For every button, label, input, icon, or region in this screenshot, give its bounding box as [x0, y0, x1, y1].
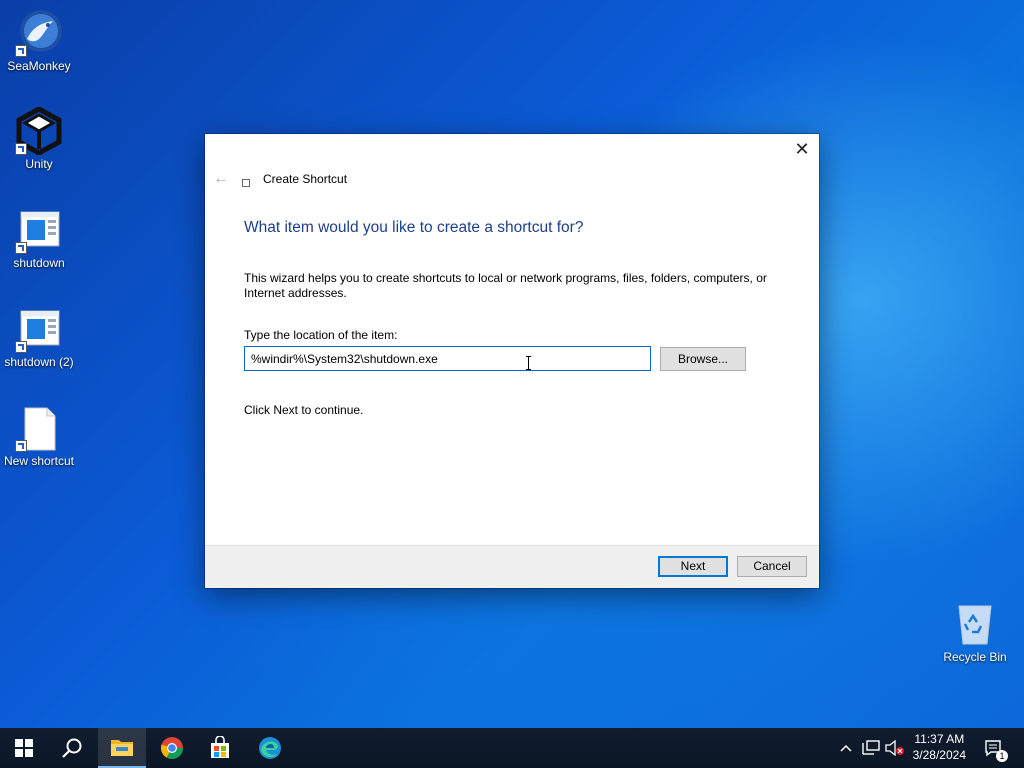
desktop-icon-seamonkey[interactable]: SeaMonkey [1, 9, 77, 73]
network-button[interactable] [860, 728, 882, 768]
search-icon [62, 738, 82, 758]
taskbar: 11:37 AM 3/28/2024 1 [0, 728, 1024, 768]
windows-logo-icon [15, 739, 33, 757]
store-icon [211, 736, 229, 758]
shortcut-arrow-icon [15, 440, 27, 452]
recycle-bin-label: Recycle Bin [943, 650, 1007, 664]
location-label: Type the location of the item: [244, 328, 398, 342]
create-shortcut-dialog: ✕ ← Create Shortcut What item would you … [205, 134, 819, 588]
text-cursor-icon [526, 356, 531, 370]
clock-time: 11:37 AM [914, 732, 965, 746]
wizard-heading: What item would you like to create a sho… [244, 219, 584, 236]
shortcut-arrow-icon [15, 242, 27, 254]
close-button[interactable]: ✕ [785, 134, 819, 164]
dialog-footer: Next Cancel [205, 545, 819, 588]
desktop-icon-label: SeaMonkey [7, 59, 71, 73]
desktop-icon-shutdown-2[interactable]: shutdown (2) [1, 305, 77, 369]
shortcut-window-icon [15, 206, 63, 254]
notification-count-badge: 1 [996, 750, 1008, 762]
folder-icon [111, 740, 133, 756]
shortcut-arrow-icon [15, 341, 27, 353]
action-center-button[interactable]: 1 [980, 728, 1008, 768]
chrome-button[interactable] [148, 728, 196, 768]
file-explorer-button[interactable] [98, 728, 146, 768]
desktop-icon-label: shutdown [13, 256, 65, 270]
wizard-description: This wizard helps you to create shortcut… [244, 271, 767, 300]
desktop-icon-unity[interactable]: Unity [1, 106, 77, 171]
unity-icon [15, 106, 63, 156]
seamonkey-icon [15, 9, 63, 57]
continue-text: Click Next to continue. [244, 403, 364, 417]
location-input[interactable] [244, 346, 651, 371]
speaker-muted-icon [885, 740, 904, 756]
shortcut-wizard-icon [242, 179, 250, 187]
shortcut-arrow-icon [15, 45, 27, 57]
desktop-icon-label: New shortcut [3, 454, 75, 468]
back-arrow-icon[interactable]: ← [213, 170, 231, 188]
blank-file-icon [15, 404, 63, 452]
edge-icon [259, 737, 281, 759]
cancel-button[interactable]: Cancel [737, 556, 807, 577]
show-hidden-icons-button[interactable] [836, 728, 856, 768]
recycle-bin-icon [951, 600, 999, 648]
chevron-up-icon [840, 744, 852, 752]
store-button[interactable] [196, 728, 244, 768]
desktop-icon-new-shortcut[interactable]: New shortcut [1, 404, 77, 468]
desktop-icon-label: Unity [25, 157, 53, 171]
shortcut-window-icon [15, 305, 63, 353]
desktop-icon-shutdown[interactable]: shutdown [1, 206, 77, 270]
taskbar-clock[interactable]: 11:37 AM 3/28/2024 [913, 731, 966, 763]
browse-button[interactable]: Browse... [660, 347, 746, 371]
shortcut-arrow-icon [15, 143, 27, 155]
edge-button[interactable] [246, 728, 294, 768]
network-icon [862, 740, 880, 755]
next-button[interactable]: Next [658, 556, 728, 577]
volume-button[interactable] [884, 728, 906, 768]
dialog-title: Create Shortcut [263, 172, 348, 186]
chrome-icon [160, 737, 183, 759]
search-button[interactable] [48, 728, 96, 768]
desktop-icon-recycle-bin[interactable]: Recycle Bin [938, 600, 1012, 664]
start-button[interactable] [0, 728, 48, 768]
clock-date: 3/28/2024 [912, 748, 966, 762]
desktop-icon-label: shutdown (2) [4, 355, 74, 369]
